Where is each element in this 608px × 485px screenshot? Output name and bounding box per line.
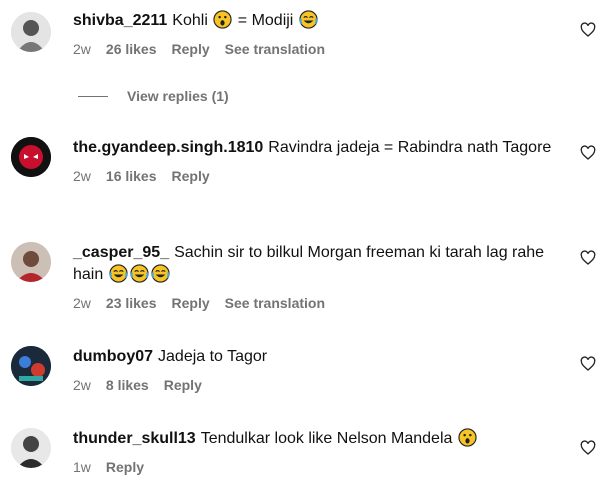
avatar[interactable] <box>11 137 51 177</box>
view-replies-button[interactable]: View replies (1) <box>78 88 229 104</box>
reply-button[interactable]: Reply <box>172 295 210 311</box>
tears-of-joy-emoji <box>151 264 170 283</box>
comment-time[interactable]: 2w <box>73 295 91 311</box>
comment-time[interactable]: 2w <box>73 41 91 57</box>
reply-button[interactable]: Reply <box>106 459 144 475</box>
likes-count[interactable]: 26 likes <box>106 41 157 57</box>
reply-button[interactable]: Reply <box>172 168 210 184</box>
tears-of-joy-emoji <box>109 264 128 283</box>
comment-time[interactable]: 1w <box>73 459 91 475</box>
comment-meta: 2w 26 likes Reply See translation <box>73 41 568 57</box>
heart-outline-icon[interactable] <box>580 145 596 161</box>
reply-button[interactable]: Reply <box>164 377 202 393</box>
see-translation-button[interactable]: See translation <box>225 295 325 311</box>
heart-outline-icon[interactable] <box>580 440 596 456</box>
heart-outline-icon[interactable] <box>580 250 596 266</box>
tears-of-joy-emoji <box>130 264 149 283</box>
comment-text: dumboy07 Jadeja to Tagor <box>73 348 268 365</box>
comment-meta: 2w 8 likes Reply <box>73 377 568 393</box>
comment-time[interactable]: 2w <box>73 168 91 184</box>
divider <box>78 95 108 97</box>
comment-time[interactable]: 2w <box>73 377 91 393</box>
comment-username[interactable]: dumboy07 <box>73 348 153 365</box>
comment-username[interactable]: the.gyandeep.singh.1810 <box>73 139 263 156</box>
heart-outline-icon[interactable] <box>580 22 596 38</box>
likes-count[interactable]: 23 likes <box>106 295 157 311</box>
comment-text: shivba_2211 Kohli = Modiji <box>73 10 568 32</box>
comment-username[interactable]: thunder_skull13 <box>73 430 196 447</box>
comment-meta: 2w 16 likes Reply <box>73 168 568 184</box>
comment-username[interactable]: shivba_2211 <box>73 12 167 29</box>
comment-username[interactable]: _casper_95_ <box>73 244 169 261</box>
surprised-face-emoji <box>213 10 232 29</box>
reply-button[interactable]: Reply <box>172 41 210 57</box>
comment-meta: 1w Reply <box>73 459 568 475</box>
comment-meta: 2w 23 likes Reply See translation <box>73 295 568 311</box>
tears-of-joy-emoji <box>299 10 318 29</box>
avatar[interactable] <box>11 428 51 468</box>
likes-count[interactable]: 16 likes <box>106 168 157 184</box>
comment-text: the.gyandeep.singh.1810 Ravindra jadeja =… <box>73 139 552 156</box>
comment-text: _casper_95_ Sachin sir to bilkul Morgan f… <box>73 244 545 283</box>
avatar[interactable] <box>11 12 51 52</box>
avatar[interactable] <box>11 242 51 282</box>
avatar[interactable] <box>11 346 51 386</box>
heart-outline-icon[interactable] <box>580 356 596 372</box>
surprised-face-emoji <box>458 428 477 447</box>
comment-text: thunder_skull13 Tendulkar look like Nelso… <box>73 428 568 450</box>
see-translation-button[interactable]: See translation <box>225 41 325 57</box>
likes-count[interactable]: 8 likes <box>106 377 149 393</box>
